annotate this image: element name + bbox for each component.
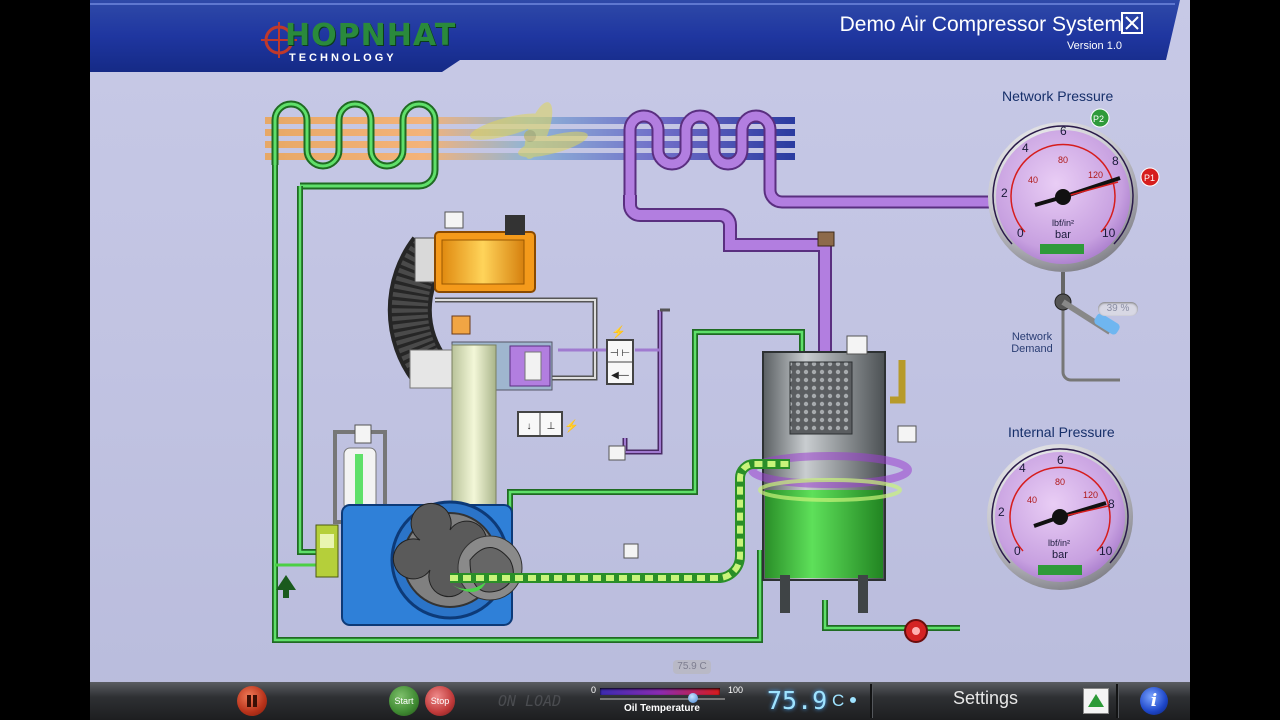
network-demand-label: Network Demand [1004, 331, 1060, 355]
svg-text:◀—: ◀— [611, 370, 629, 381]
temp-tooltip: 75.9 C [673, 660, 711, 674]
internal-tick-8: 8 [1108, 497, 1115, 511]
drain-ball-valve [904, 619, 928, 643]
pause-button[interactable] [237, 686, 267, 716]
svg-text:↓: ↓ [527, 421, 532, 432]
badge-p2: P2 [1093, 114, 1104, 124]
airend [341, 500, 523, 626]
oil-separator-tank [748, 335, 917, 613]
network-pressure-gauge [988, 108, 1160, 272]
network-tick-6: 6 [1060, 124, 1067, 138]
internal-unit-bottom: bar [1052, 549, 1068, 561]
internal-unit-top: lbf/in² [1048, 538, 1070, 548]
network-tick-4: 4 [1022, 141, 1029, 155]
info-icon: i [1150, 691, 1158, 711]
oil-temperature-slider-track[interactable] [600, 698, 725, 700]
network-demand-line2: Demand [1011, 343, 1053, 355]
svg-text:⊣ ⊢: ⊣ ⊢ [610, 348, 630, 359]
oil-temperature-readout: 75.9 [767, 686, 828, 715]
compressor-app: HOPNHAT TECHNOLOGY Demo Air Compressor S… [90, 0, 1190, 720]
svg-text:⚡: ⚡ [564, 419, 579, 433]
status-dot [850, 697, 856, 703]
start-button[interactable]: Start [389, 686, 419, 716]
info-button[interactable]: i [1140, 687, 1168, 715]
internal-inner-40: 40 [1027, 495, 1037, 505]
internal-pressure-title: Internal Pressure [1008, 424, 1115, 440]
network-unit-top: lbf/in² [1052, 218, 1074, 228]
thermostatic-valve [276, 524, 339, 598]
network-tick-0: 0 [1017, 226, 1024, 240]
oil-temperature-slider-knob[interactable] [688, 693, 698, 703]
separator [870, 684, 872, 718]
temp-scale-min: 0 [591, 685, 597, 695]
network-demand-valve[interactable] [1054, 272, 1121, 382]
temp-scale-max: 100 [728, 685, 744, 695]
network-demand-percent: 39 % [1098, 302, 1138, 316]
internal-tick-4: 4 [1019, 461, 1026, 475]
solenoid-valve-bottom: ↓ ⊥ ⚡ [517, 411, 579, 437]
internal-tick-10: 10 [1099, 544, 1113, 558]
internal-inner-120: 120 [1083, 490, 1098, 500]
network-unit-bottom: bar [1055, 229, 1071, 241]
internal-tick-6: 6 [1057, 453, 1064, 467]
svg-text:⚡: ⚡ [611, 325, 626, 339]
internal-tick-0: 0 [1014, 544, 1021, 558]
oil-temperature-unit: C [832, 691, 845, 710]
min-pressure-valve [817, 231, 835, 247]
network-demand-line1: Network [1011, 331, 1053, 343]
stop-button[interactable]: Stop [425, 686, 455, 716]
solenoid-valve-top: ⊣ ⊢ ◀— ⚡ [606, 325, 634, 385]
network-tick-2: 2 [1001, 186, 1008, 200]
network-tick-8: 8 [1112, 154, 1119, 168]
load-state-indicator: ON LOAD [498, 692, 562, 710]
oil-temperature-bar [600, 688, 720, 695]
badge-p1: P1 [1144, 173, 1155, 183]
settings-button[interactable]: Settings [953, 688, 1018, 709]
separator [1116, 684, 1118, 718]
network-pressure-title: Network Pressure [1002, 88, 1114, 104]
network-inner-120: 120 [1088, 170, 1103, 180]
expand-up-button[interactable] [1083, 688, 1109, 714]
network-tick-10: 10 [1102, 226, 1116, 240]
network-inner-40: 40 [1028, 175, 1038, 185]
network-inner-80: 80 [1058, 155, 1068, 165]
svg-text:⊥: ⊥ [547, 421, 556, 432]
oil-temperature-label: Oil Temperature [624, 703, 700, 714]
internal-inner-80: 80 [1055, 477, 1065, 487]
status-bar: Start Stop ON LOAD 0 100 Oil Temperature… [90, 682, 1190, 720]
internal-tick-2: 2 [998, 505, 1005, 519]
